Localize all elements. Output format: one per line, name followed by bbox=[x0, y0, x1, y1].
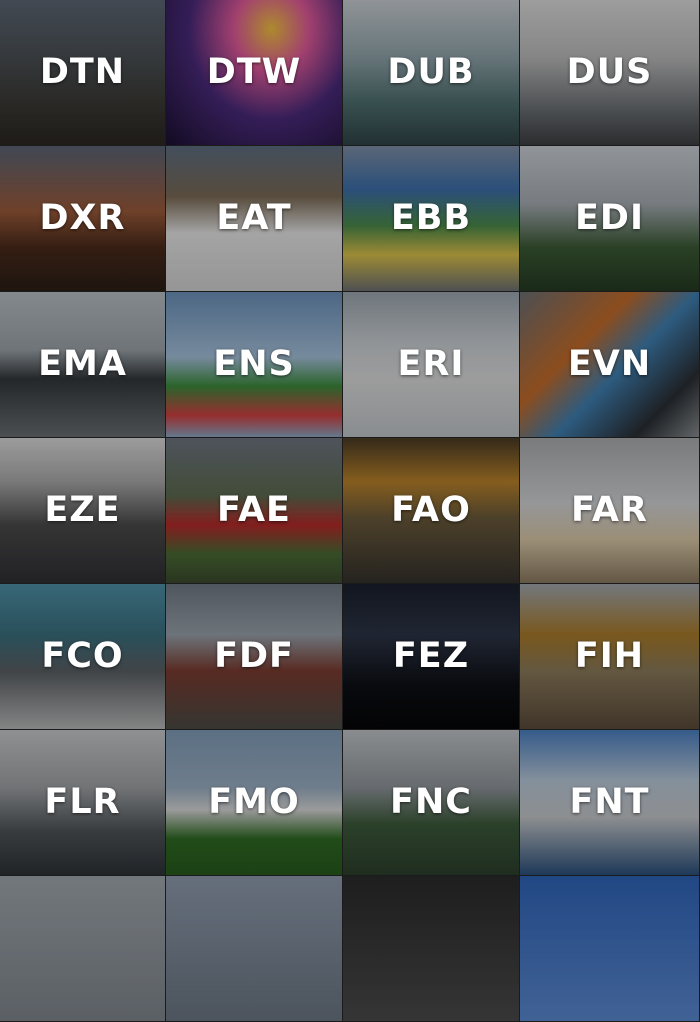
tile-overlay bbox=[520, 876, 699, 1021]
tile-overlay bbox=[0, 730, 165, 875]
tile-overlay bbox=[343, 584, 519, 729]
tile-fnc[interactable]: FNC bbox=[343, 730, 520, 876]
tile-overlay bbox=[166, 0, 342, 145]
tile-overlay bbox=[166, 146, 342, 291]
tile-overlay bbox=[166, 438, 342, 583]
tile-eze[interactable]: EZE bbox=[0, 438, 166, 584]
tile-dtw[interactable]: DTW bbox=[166, 0, 343, 146]
tile-fao[interactable]: FAO bbox=[343, 438, 520, 584]
tile-overlay bbox=[520, 292, 699, 437]
tile-overlay bbox=[343, 438, 519, 583]
tile-fnt[interactable]: FNT bbox=[520, 730, 700, 876]
tile-overlay bbox=[343, 292, 519, 437]
tile-dtn[interactable]: DTN bbox=[0, 0, 166, 146]
tile-flr[interactable]: FLR bbox=[0, 730, 166, 876]
tile-overlay bbox=[520, 0, 699, 145]
tile-partial[interactable] bbox=[520, 876, 700, 1022]
tile-overlay bbox=[343, 876, 519, 1021]
airport-tile-grid: DTN DTW DUB DUS DXR EAT EBB EDI EMA ENS ERI EVN EZE F… bbox=[0, 0, 700, 1022]
tile-dub[interactable]: DUB bbox=[343, 0, 520, 146]
tile-partial[interactable] bbox=[166, 876, 343, 1022]
tile-overlay bbox=[0, 292, 165, 437]
tile-fez[interactable]: FEZ bbox=[343, 584, 520, 730]
tile-fco[interactable]: FCO bbox=[0, 584, 166, 730]
tile-edi[interactable]: EDI bbox=[520, 146, 700, 292]
tile-far[interactable]: FAR bbox=[520, 438, 700, 584]
tile-evn[interactable]: EVN bbox=[520, 292, 700, 438]
tile-fdf[interactable]: FDF bbox=[166, 584, 343, 730]
tile-partial[interactable] bbox=[343, 876, 520, 1022]
tile-overlay bbox=[343, 0, 519, 145]
tile-overlay bbox=[0, 438, 165, 583]
tile-overlay bbox=[0, 0, 165, 145]
tile-overlay bbox=[520, 584, 699, 729]
tile-overlay bbox=[520, 438, 699, 583]
tile-fih[interactable]: FIH bbox=[520, 584, 700, 730]
tile-overlay bbox=[166, 876, 342, 1021]
tile-partial[interactable] bbox=[0, 876, 166, 1022]
tile-eat[interactable]: EAT bbox=[166, 146, 343, 292]
tile-overlay bbox=[166, 584, 342, 729]
tile-ema[interactable]: EMA bbox=[0, 292, 166, 438]
tile-eri[interactable]: ERI bbox=[343, 292, 520, 438]
tile-overlay bbox=[0, 584, 165, 729]
tile-overlay bbox=[166, 730, 342, 875]
tile-overlay bbox=[343, 730, 519, 875]
tile-ens[interactable]: ENS bbox=[166, 292, 343, 438]
tile-dxr[interactable]: DXR bbox=[0, 146, 166, 292]
tile-overlay bbox=[343, 146, 519, 291]
tile-fae[interactable]: FAE bbox=[166, 438, 343, 584]
tile-ebb[interactable]: EBB bbox=[343, 146, 520, 292]
tile-overlay bbox=[520, 146, 699, 291]
tile-overlay bbox=[520, 730, 699, 875]
tile-dus[interactable]: DUS bbox=[520, 0, 700, 146]
tile-overlay bbox=[0, 146, 165, 291]
tile-fmo[interactable]: FMO bbox=[166, 730, 343, 876]
tile-overlay bbox=[166, 292, 342, 437]
tile-overlay bbox=[0, 876, 165, 1021]
